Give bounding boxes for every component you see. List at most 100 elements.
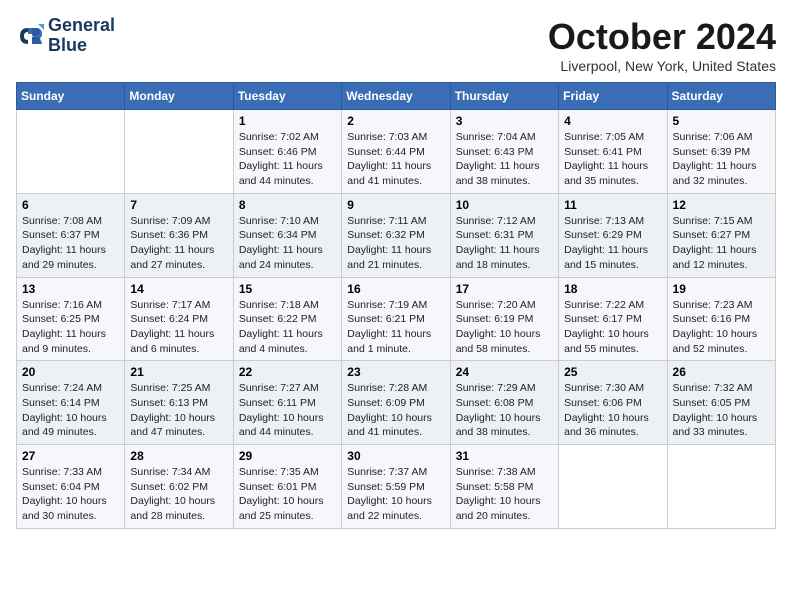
day-number: 3 bbox=[456, 114, 553, 128]
day-detail: Sunrise: 7:33 AM Sunset: 6:04 PM Dayligh… bbox=[22, 465, 119, 524]
logo-line2: Blue bbox=[48, 36, 115, 56]
day-number: 28 bbox=[130, 449, 227, 463]
day-number: 26 bbox=[673, 365, 770, 379]
calendar-cell: 30 Sunrise: 7:37 AM Sunset: 5:59 PM Dayli… bbox=[342, 445, 450, 529]
calendar-cell: 31Sunrise: 7:38 AM Sunset: 5:58 PM Dayli… bbox=[450, 445, 558, 529]
calendar-cell: 2 Sunrise: 7:03 AM Sunset: 6:44 PM Daylig… bbox=[342, 110, 450, 194]
calendar-cell: 28Sunrise: 7:34 AM Sunset: 6:02 PM Dayli… bbox=[125, 445, 233, 529]
day-number: 15 bbox=[239, 282, 336, 296]
weekday-header-sunday: Sunday bbox=[17, 83, 125, 110]
calendar-cell bbox=[125, 110, 233, 194]
calendar-cell: 26 Sunrise: 7:32 AM Sunset: 6:05 PM Dayli… bbox=[667, 361, 775, 445]
day-detail: Sunrise: 7:16 AM Sunset: 6:25 PM Dayligh… bbox=[22, 298, 119, 357]
calendar-cell: 27 Sunrise: 7:33 AM Sunset: 6:04 PM Dayli… bbox=[17, 445, 125, 529]
calendar-cell: 1Sunrise: 7:02 AM Sunset: 6:46 PM Daylig… bbox=[233, 110, 341, 194]
calendar-header: SundayMondayTuesdayWednesdayThursdayFrid… bbox=[17, 83, 776, 110]
day-number: 18 bbox=[564, 282, 661, 296]
calendar-cell: 23 Sunrise: 7:28 AM Sunset: 6:09 PM Dayli… bbox=[342, 361, 450, 445]
day-detail: Sunrise: 7:02 AM Sunset: 6:46 PM Dayligh… bbox=[239, 130, 336, 189]
calendar-cell: 19 Sunrise: 7:23 AM Sunset: 6:16 PM Dayli… bbox=[667, 277, 775, 361]
calendar-cell: 11 Sunrise: 7:13 AM Sunset: 6:29 PM Dayli… bbox=[559, 193, 667, 277]
day-detail: Sunrise: 7:08 AM Sunset: 6:37 PM Dayligh… bbox=[22, 214, 119, 273]
day-number: 23 bbox=[347, 365, 444, 379]
weekday-header-tuesday: Tuesday bbox=[233, 83, 341, 110]
day-detail: Sunrise: 7:20 AM Sunset: 6:19 PM Dayligh… bbox=[456, 298, 553, 357]
day-detail: Sunrise: 7:13 AM Sunset: 6:29 PM Dayligh… bbox=[564, 214, 661, 273]
day-detail: Sunrise: 7:12 AM Sunset: 6:31 PM Dayligh… bbox=[456, 214, 553, 273]
day-detail: Sunrise: 7:15 AM Sunset: 6:27 PM Dayligh… bbox=[673, 214, 770, 273]
logo-text: General Blue bbox=[48, 16, 115, 56]
calendar-cell: 12 Sunrise: 7:15 AM Sunset: 6:27 PM Dayli… bbox=[667, 193, 775, 277]
calendar-cell: 24 Sunrise: 7:29 AM Sunset: 6:08 PM Dayli… bbox=[450, 361, 558, 445]
day-detail: Sunrise: 7:25 AM Sunset: 6:13 PM Dayligh… bbox=[130, 381, 227, 440]
calendar-cell: 7 Sunrise: 7:09 AM Sunset: 6:36 PM Daylig… bbox=[125, 193, 233, 277]
day-detail: Sunrise: 7:09 AM Sunset: 6:36 PM Dayligh… bbox=[130, 214, 227, 273]
day-detail: Sunrise: 7:17 AM Sunset: 6:24 PM Dayligh… bbox=[130, 298, 227, 357]
calendar-week-2: 6 Sunrise: 7:08 AM Sunset: 6:37 PM Daylig… bbox=[17, 193, 776, 277]
calendar-cell: 10 Sunrise: 7:12 AM Sunset: 6:31 PM Dayli… bbox=[450, 193, 558, 277]
logo: General Blue bbox=[16, 16, 115, 56]
day-detail: Sunrise: 7:18 AM Sunset: 6:22 PM Dayligh… bbox=[239, 298, 336, 357]
weekday-header-wednesday: Wednesday bbox=[342, 83, 450, 110]
day-number: 5 bbox=[673, 114, 770, 128]
calendar-week-5: 27 Sunrise: 7:33 AM Sunset: 6:04 PM Dayli… bbox=[17, 445, 776, 529]
calendar-table: SundayMondayTuesdayWednesdayThursdayFrid… bbox=[16, 82, 776, 529]
calendar-cell bbox=[667, 445, 775, 529]
calendar-cell: 14 Sunrise: 7:17 AM Sunset: 6:24 PM Dayli… bbox=[125, 277, 233, 361]
logo-line1: General bbox=[48, 16, 115, 36]
day-number: 27 bbox=[22, 449, 119, 463]
day-detail: Sunrise: 7:29 AM Sunset: 6:08 PM Dayligh… bbox=[456, 381, 553, 440]
day-detail: Sunrise: 7:03 AM Sunset: 6:44 PM Dayligh… bbox=[347, 130, 444, 189]
calendar-cell: 15 Sunrise: 7:18 AM Sunset: 6:22 PM Dayli… bbox=[233, 277, 341, 361]
day-detail: Sunrise: 7:28 AM Sunset: 6:09 PM Dayligh… bbox=[347, 381, 444, 440]
month-title: October 2024 bbox=[548, 16, 776, 58]
calendar-cell: 13 Sunrise: 7:16 AM Sunset: 6:25 PM Dayli… bbox=[17, 277, 125, 361]
day-detail: Sunrise: 7:32 AM Sunset: 6:05 PM Dayligh… bbox=[673, 381, 770, 440]
calendar-cell: 20Sunrise: 7:24 AM Sunset: 6:14 PM Dayli… bbox=[17, 361, 125, 445]
day-number: 7 bbox=[130, 198, 227, 212]
calendar-cell: 3Sunrise: 7:04 AM Sunset: 6:43 PM Daylig… bbox=[450, 110, 558, 194]
calendar-cell: 4Sunrise: 7:05 AM Sunset: 6:41 PM Daylig… bbox=[559, 110, 667, 194]
calendar-cell: 6 Sunrise: 7:08 AM Sunset: 6:37 PM Daylig… bbox=[17, 193, 125, 277]
calendar-cell: 5Sunrise: 7:06 AM Sunset: 6:39 PM Daylig… bbox=[667, 110, 775, 194]
day-number: 19 bbox=[673, 282, 770, 296]
day-number: 12 bbox=[673, 198, 770, 212]
day-number: 24 bbox=[456, 365, 553, 379]
weekday-header-row: SundayMondayTuesdayWednesdayThursdayFrid… bbox=[17, 83, 776, 110]
location: Liverpool, New York, United States bbox=[548, 58, 776, 74]
day-detail: Sunrise: 7:37 AM Sunset: 5:59 PM Dayligh… bbox=[347, 465, 444, 524]
day-detail: Sunrise: 7:10 AM Sunset: 6:34 PM Dayligh… bbox=[239, 214, 336, 273]
calendar-week-4: 20Sunrise: 7:24 AM Sunset: 6:14 PM Dayli… bbox=[17, 361, 776, 445]
day-number: 22 bbox=[239, 365, 336, 379]
day-number: 9 bbox=[347, 198, 444, 212]
weekday-header-friday: Friday bbox=[559, 83, 667, 110]
weekday-header-thursday: Thursday bbox=[450, 83, 558, 110]
day-number: 2 bbox=[347, 114, 444, 128]
day-number: 20 bbox=[22, 365, 119, 379]
day-number: 14 bbox=[130, 282, 227, 296]
day-number: 29 bbox=[239, 449, 336, 463]
calendar-cell: 8Sunrise: 7:10 AM Sunset: 6:34 PM Daylig… bbox=[233, 193, 341, 277]
weekday-header-monday: Monday bbox=[125, 83, 233, 110]
title-block: October 2024 Liverpool, New York, United… bbox=[548, 16, 776, 74]
day-number: 16 bbox=[347, 282, 444, 296]
day-detail: Sunrise: 7:22 AM Sunset: 6:17 PM Dayligh… bbox=[564, 298, 661, 357]
day-number: 30 bbox=[347, 449, 444, 463]
day-number: 21 bbox=[130, 365, 227, 379]
day-detail: Sunrise: 7:23 AM Sunset: 6:16 PM Dayligh… bbox=[673, 298, 770, 357]
day-number: 11 bbox=[564, 198, 661, 212]
day-number: 13 bbox=[22, 282, 119, 296]
day-number: 25 bbox=[564, 365, 661, 379]
day-detail: Sunrise: 7:05 AM Sunset: 6:41 PM Dayligh… bbox=[564, 130, 661, 189]
page-header: General Blue October 2024 Liverpool, New… bbox=[16, 16, 776, 74]
day-number: 10 bbox=[456, 198, 553, 212]
calendar-cell: 25Sunrise: 7:30 AM Sunset: 6:06 PM Dayli… bbox=[559, 361, 667, 445]
calendar-week-3: 13 Sunrise: 7:16 AM Sunset: 6:25 PM Dayli… bbox=[17, 277, 776, 361]
day-detail: Sunrise: 7:19 AM Sunset: 6:21 PM Dayligh… bbox=[347, 298, 444, 357]
calendar-cell: 16 Sunrise: 7:19 AM Sunset: 6:21 PM Dayli… bbox=[342, 277, 450, 361]
day-number: 6 bbox=[22, 198, 119, 212]
calendar-body: 1Sunrise: 7:02 AM Sunset: 6:46 PM Daylig… bbox=[17, 110, 776, 529]
day-detail: Sunrise: 7:27 AM Sunset: 6:11 PM Dayligh… bbox=[239, 381, 336, 440]
day-number: 17 bbox=[456, 282, 553, 296]
day-number: 31 bbox=[456, 449, 553, 463]
